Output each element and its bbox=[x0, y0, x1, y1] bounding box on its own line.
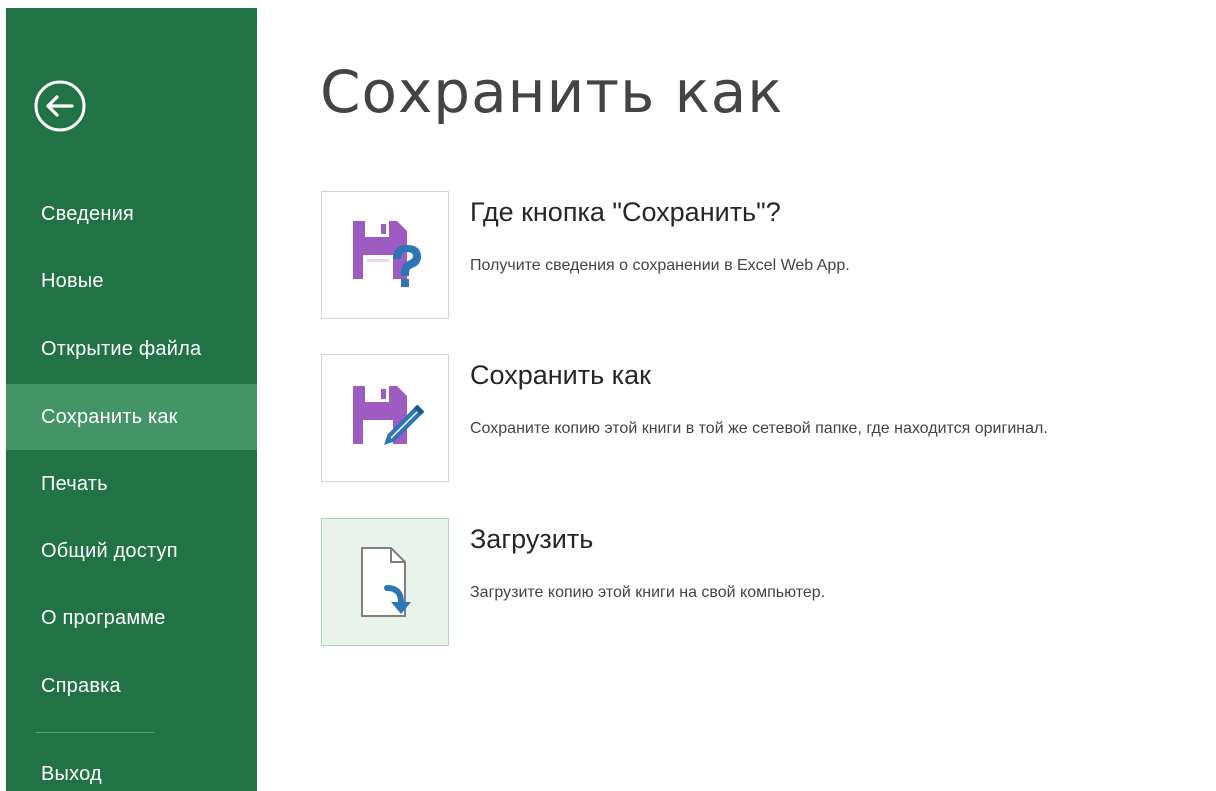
arrow-left-circle-icon bbox=[34, 80, 86, 132]
page-title: Сохранить как bbox=[320, 58, 784, 126]
nav-item-label: Выход bbox=[41, 762, 102, 785]
nav-item-label: Сведения bbox=[41, 202, 134, 225]
option-description: Получите сведения о сохранении в Excel W… bbox=[470, 257, 850, 274]
nav-item-print[interactable]: Печать bbox=[6, 451, 257, 517]
back-button[interactable] bbox=[33, 79, 87, 133]
option-description: Сохраните копию этой книги в той же сете… bbox=[470, 420, 1048, 437]
option-tile[interactable] bbox=[321, 191, 449, 319]
option-save-as[interactable]: Сохранить как Сохраните копию этой книги… bbox=[321, 354, 1216, 482]
nav-item-save-as[interactable]: Сохранить как bbox=[6, 384, 257, 450]
option-description: Загрузите копию этой книги на свой компь… bbox=[470, 584, 826, 601]
nav-item-label: Общий доступ bbox=[41, 539, 178, 562]
nav-item-label: О программе bbox=[41, 606, 166, 629]
nav-item-open[interactable]: Открытие файла bbox=[6, 316, 257, 382]
nav-item-share[interactable]: Общий доступ bbox=[6, 518, 257, 584]
floppy-pencil-icon bbox=[353, 386, 425, 445]
option-title: Загрузить bbox=[470, 524, 594, 554]
nav-item-help[interactable]: Справка bbox=[6, 653, 257, 719]
nav-item-label: Сохранить как bbox=[41, 405, 178, 428]
option-tile[interactable] bbox=[321, 354, 449, 482]
nav-item-exit[interactable]: Выход bbox=[6, 741, 257, 791]
backstage-sidebar: Сведения Новые Открытие файла Сохранить … bbox=[6, 8, 257, 791]
document-download-icon bbox=[361, 547, 411, 617]
nav-item-label: Справка bbox=[41, 674, 121, 697]
nav-divider bbox=[36, 732, 154, 733]
option-where-is-save[interactable]: Где кнопка "Сохранить"? Получите сведени… bbox=[321, 191, 1216, 319]
option-download[interactable]: Загрузить Загрузите копию этой книги на … bbox=[321, 518, 1216, 646]
nav-item-label: Открытие файла bbox=[41, 337, 202, 360]
backstage-view: Сведения Новые Открытие файла Сохранить … bbox=[0, 0, 1216, 791]
nav-item-label: Новые bbox=[41, 269, 104, 292]
option-tile[interactable] bbox=[321, 518, 449, 646]
nav-item-info[interactable]: Сведения bbox=[6, 181, 257, 247]
option-title: Сохранить как bbox=[470, 360, 651, 390]
option-title: Где кнопка "Сохранить"? bbox=[470, 197, 781, 227]
nav-item-about[interactable]: О программе bbox=[6, 585, 257, 651]
floppy-question-icon bbox=[353, 221, 421, 287]
nav-item-label: Печать bbox=[41, 472, 108, 495]
nav-item-new[interactable]: Новые bbox=[6, 248, 257, 314]
